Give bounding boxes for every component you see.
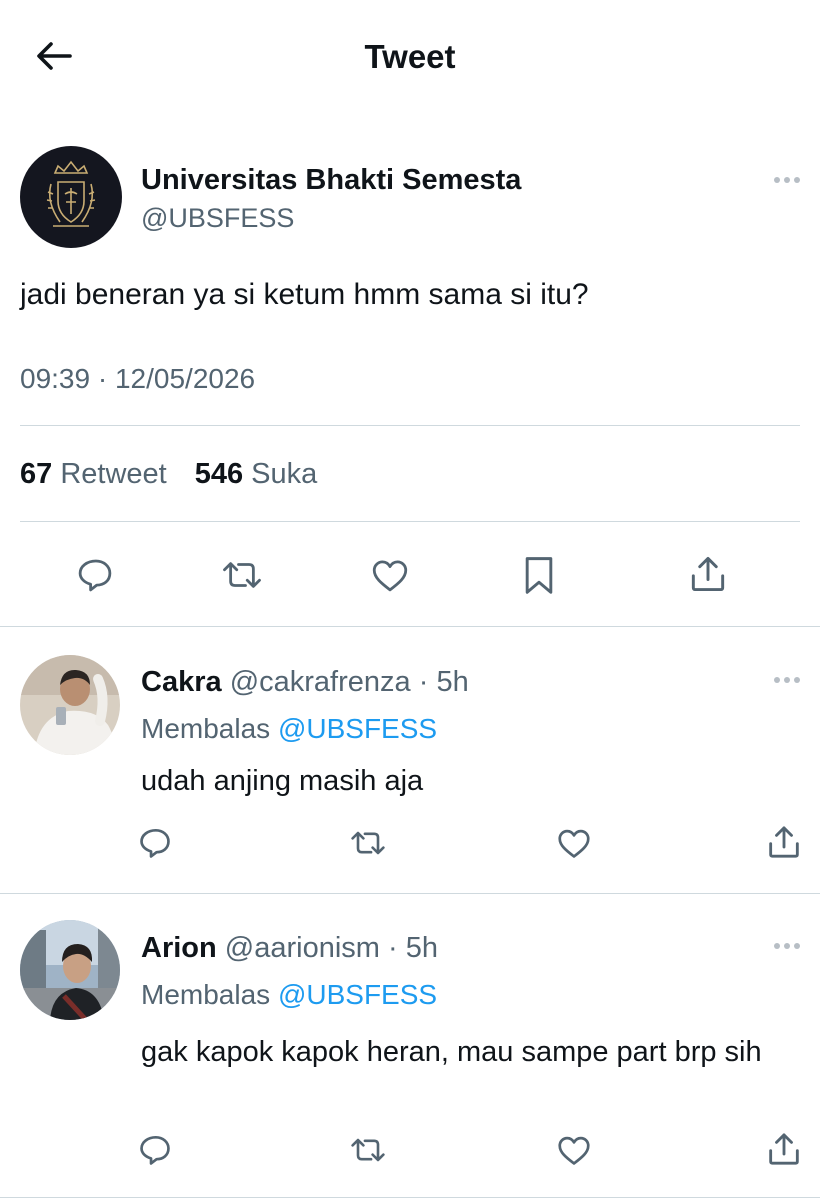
tweet-timestamp: 09:39 · 12/05/2026 [20,363,255,395]
reply-text: gak kapok kapok heran, mau sampe part br… [141,1036,762,1068]
reply-text: udah anjing masih aja [141,765,424,797]
replying-label: Membalas [141,979,271,1010]
replying-to: Membalas @UBSFESS [141,713,437,745]
share-button[interactable] [762,1127,806,1171]
tweet-date[interactable]: 12/05/2026 [115,363,255,394]
tweet-text: jadi beneran ya si ketum hmm sama si itu… [20,278,589,311]
avatar[interactable] [20,146,122,248]
tweet-time[interactable]: 09:39 [20,363,90,394]
reply-icon [140,828,170,858]
tweet-stats: 67 Retweet 546 Suka [20,458,317,491]
reply-button[interactable] [134,822,176,864]
reply-time[interactable]: 5h [436,666,468,698]
retweet-icon [223,562,261,588]
share-icon [769,826,799,858]
bookmark-icon [525,557,553,594]
author-name[interactable]: Universitas Bhakti Semesta [141,164,521,197]
reply-icon [78,559,112,592]
mention-link[interactable]: @UBSFESS [278,713,437,744]
reply-header: Cakra @cakrafrenza · 5h [141,666,469,699]
reply-button[interactable] [134,1129,176,1171]
university-logo-icon [46,160,96,227]
like-label: Suka [251,458,318,490]
reply-dot: · [418,666,429,698]
more-options-button[interactable] [770,170,804,190]
divider [0,1197,820,1198]
like-icon [558,1136,590,1165]
bookmark-button[interactable] [516,552,562,598]
more-dots-icon [774,677,780,683]
divider [20,521,800,522]
author-handle[interactable]: @UBSFESS [141,203,294,234]
reply-time[interactable]: 5h [406,932,438,964]
reply-author-handle[interactable]: @aarionism [225,932,380,964]
divider [20,425,800,426]
retweet-icon [351,831,385,855]
replying-to: Membalas @UBSFESS [141,979,437,1011]
share-button[interactable] [684,550,732,598]
page-title: Tweet [364,38,456,75]
retweet-button[interactable] [217,552,267,598]
more-options-button[interactable] [770,936,804,956]
retweet-count: 67 [20,458,53,490]
meta-separator: · [97,363,108,394]
retweet-button[interactable] [346,822,390,864]
like-icon [558,829,590,858]
reply-header: Arion @aarionism · 5h [141,932,438,965]
like-button[interactable] [553,1129,595,1171]
reply-author-name[interactable]: Cakra [141,666,222,698]
like-button[interactable] [366,552,414,598]
user-photo-icon [20,920,120,1020]
retweet-button[interactable] [346,1129,390,1171]
reply-icon [140,1135,170,1165]
reply-author-handle[interactable]: @cakrafrenza [230,666,411,698]
retweet-stat[interactable]: 67 Retweet [20,458,167,491]
reply-author-name[interactable]: Arion [141,932,217,964]
user-photo-icon [20,655,120,755]
share-icon [691,556,725,592]
retweet-icon [351,1138,385,1162]
divider [0,893,820,894]
more-dots-icon [774,943,780,949]
share-icon [769,1133,799,1165]
like-button[interactable] [553,822,595,864]
retweet-label: Retweet [60,458,167,490]
more-options-button[interactable] [770,670,804,690]
like-icon [372,560,408,592]
share-button[interactable] [762,820,806,864]
like-count: 546 [194,458,244,490]
replying-label: Membalas [141,713,271,744]
like-stat[interactable]: 546 Suka [195,458,318,491]
reply-button[interactable] [72,552,118,598]
reply-dot: · [388,932,398,964]
more-dots-icon [774,177,780,183]
divider [0,626,820,627]
mention-link[interactable]: @UBSFESS [278,979,437,1010]
reply-avatar[interactable] [20,655,120,755]
reply-avatar[interactable] [20,920,120,1020]
